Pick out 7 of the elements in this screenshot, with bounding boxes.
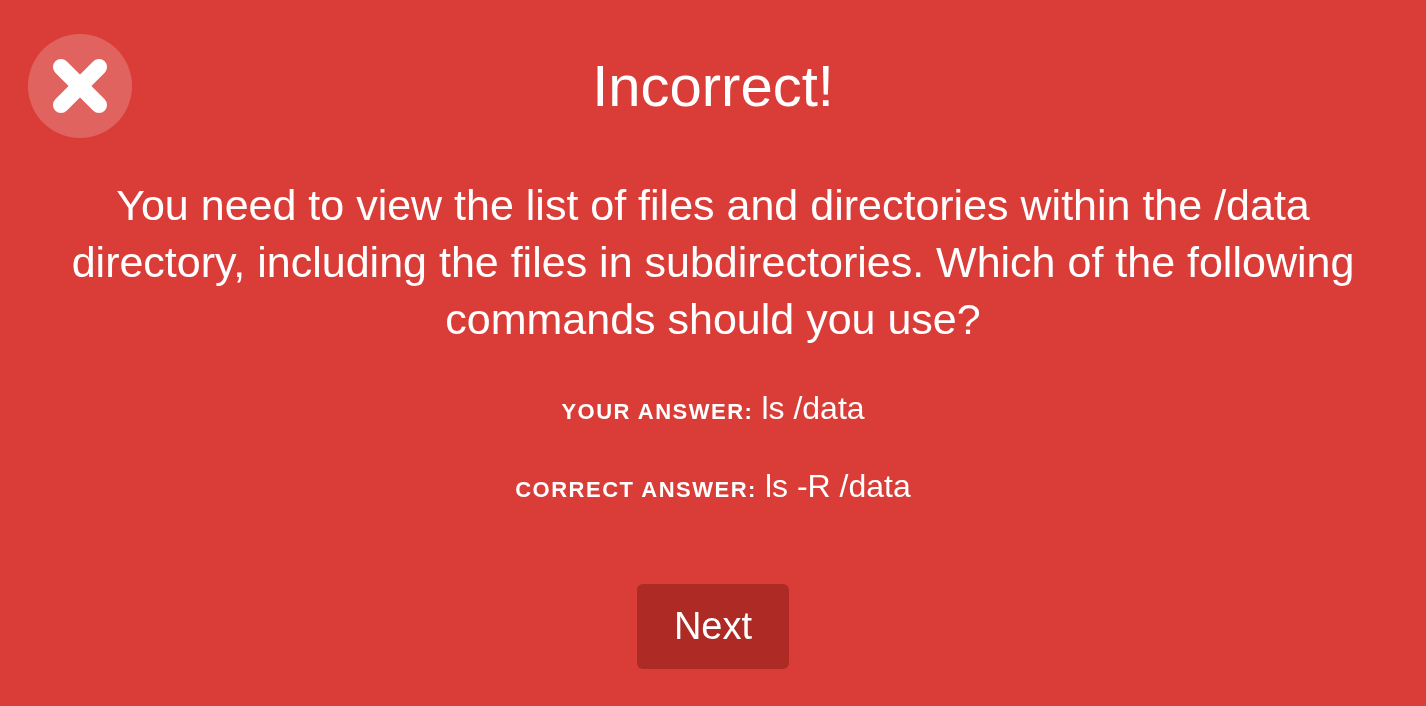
question-text: You need to view the list of files and directories within the /data directory, including the files in subdirectories. Which of the following commands should you use?	[70, 180, 1356, 345]
next-button[interactable]: Next	[637, 584, 789, 669]
result-title: Incorrect!	[592, 57, 834, 115]
answer-value: ls -R /data	[764, 467, 911, 506]
answer-label: YOUR ANSWER:	[561, 398, 754, 426]
answer-value: ls /data	[761, 389, 865, 428]
answer-label: CORRECT ANSWER:	[515, 476, 757, 504]
